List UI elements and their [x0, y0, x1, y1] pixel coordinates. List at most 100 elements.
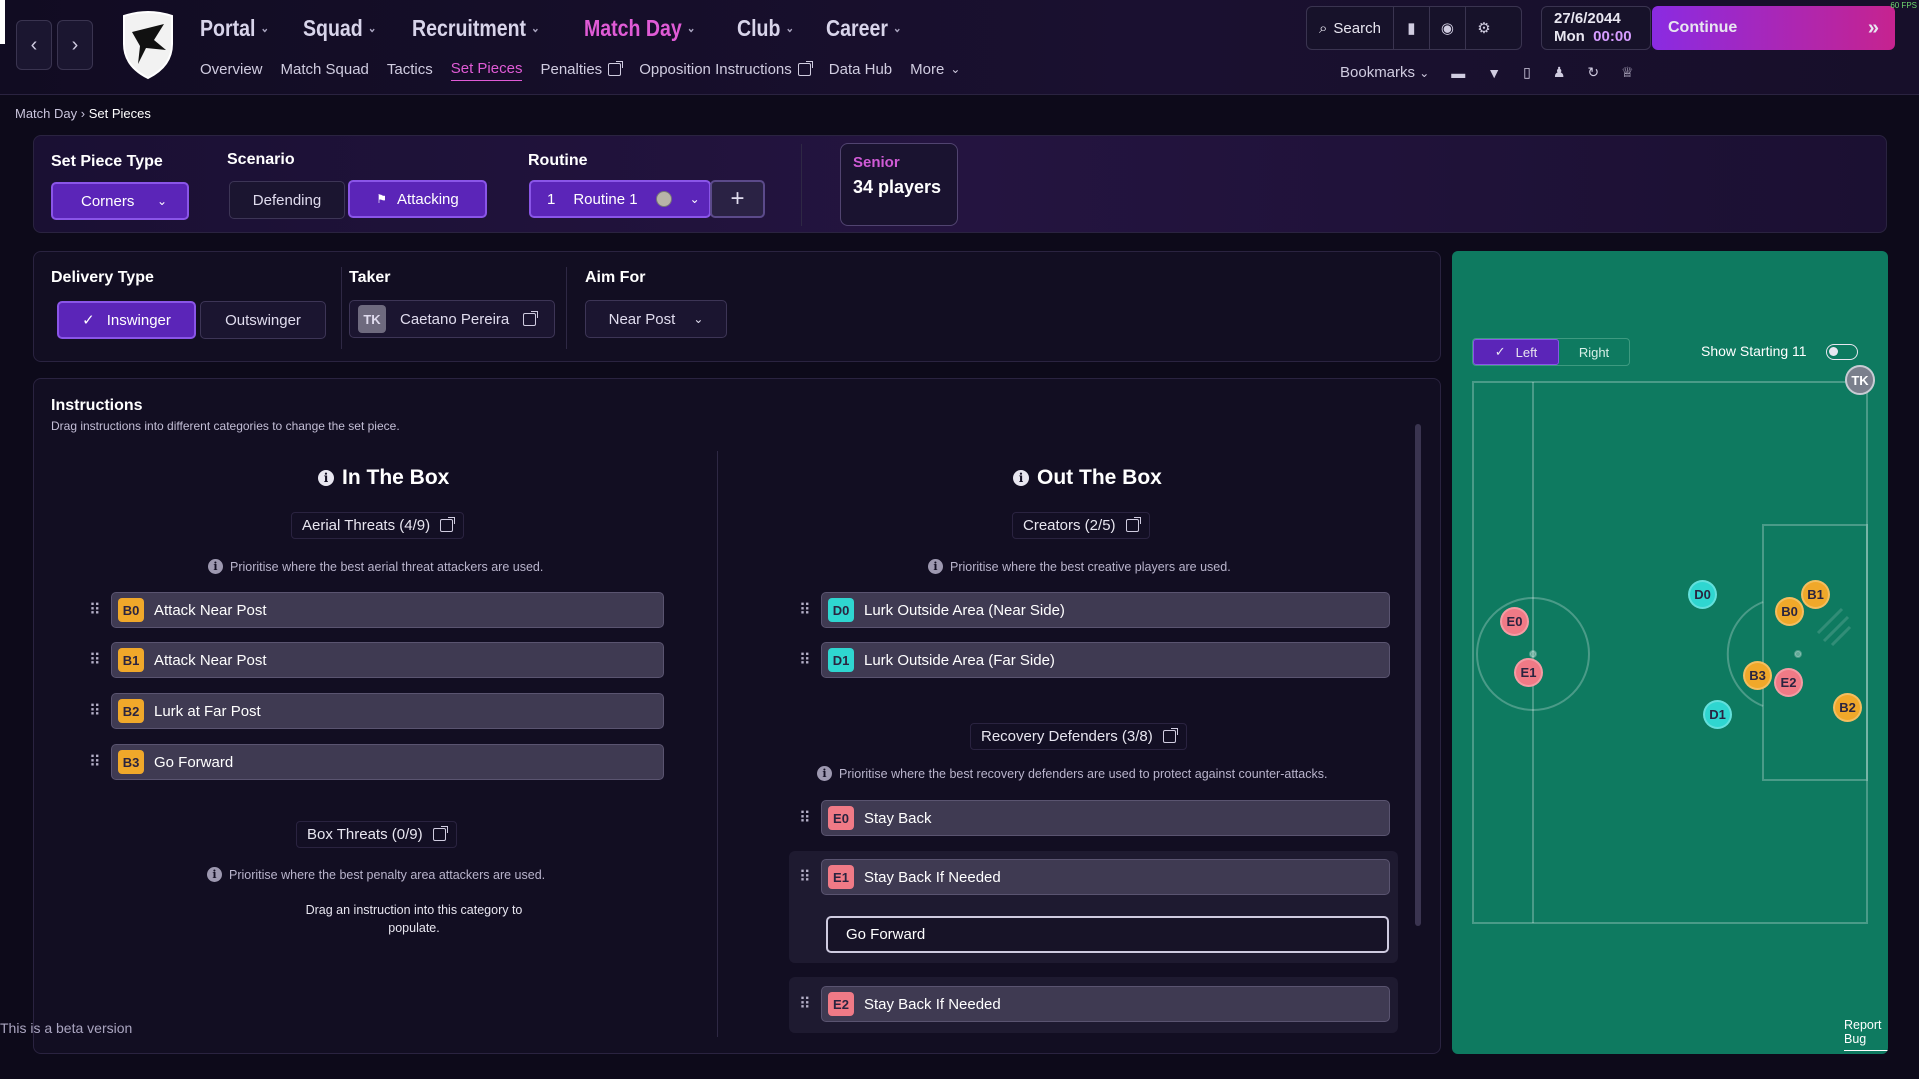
day-text: Mon	[1554, 28, 1585, 45]
chevron-down-icon: ⌄	[530, 21, 540, 35]
top-bar: ‹ › Portal ⌄ Squad ⌄ Recruitment ⌄ Match Da…	[0, 0, 1919, 95]
drag-handle-icon[interactable]: ⠿	[799, 600, 811, 620]
player-marker[interactable]: D1	[1703, 700, 1732, 729]
back-button[interactable]: ‹	[16, 20, 52, 70]
refresh-icon[interactable]: ↻	[1587, 64, 1599, 81]
scenario-defending[interactable]: Defending	[229, 181, 345, 219]
player-marker[interactable]: B3	[1743, 661, 1772, 690]
player-tag: D1	[828, 648, 854, 672]
player-marker[interactable]: B1	[1801, 580, 1830, 609]
settings-button[interactable]: ⚙	[1466, 7, 1502, 49]
nav-squad[interactable]: Squad ⌄	[303, 15, 376, 42]
player-marker[interactable]: D0	[1688, 580, 1717, 609]
drag-handle-icon[interactable]: ⠿	[799, 808, 811, 828]
in-the-box-heading: i In The Box	[318, 466, 449, 490]
instruction-row[interactable]: B3 Go Forward	[111, 744, 664, 780]
info-icon: i	[928, 559, 943, 574]
instruction-row[interactable]: E0 Stay Back	[821, 800, 1390, 836]
instruction-row[interactable]: E2 Stay Back If Needed	[821, 986, 1390, 1022]
nav-match-day[interactable]: Match Day ⌄	[584, 15, 695, 42]
nav-recruitment[interactable]: Recruitment ⌄	[412, 15, 540, 42]
set-piece-panel: Set Piece Type Corners ⌄ Scenario Defendi…	[33, 135, 1887, 233]
date-display[interactable]: 27/6/2044 Mon 00:00	[1541, 6, 1651, 50]
instruction-row[interactable]: D0 Lurk Outside Area (Near Side)	[821, 592, 1390, 628]
delivery-outswinger[interactable]: Outswinger	[200, 301, 326, 339]
people-icon[interactable]: ♟	[1553, 64, 1566, 81]
drag-handle-icon[interactable]: ⠿	[89, 650, 101, 670]
aim-for-dropdown[interactable]: Near Post ⌄	[585, 300, 727, 338]
player-marker[interactable]: B0	[1775, 597, 1804, 626]
tab-match-squad[interactable]: Match Squad	[281, 61, 369, 81]
tab-overview[interactable]: Overview	[200, 61, 263, 81]
set-piece-type-dropdown[interactable]: Corners ⌄	[51, 182, 189, 220]
breadcrumb-match-day[interactable]: Match Day	[15, 106, 77, 121]
add-routine-button[interactable]: +	[710, 180, 765, 218]
external-link-icon	[523, 310, 539, 326]
squad-summary[interactable]: Senior 34 players	[840, 143, 958, 226]
creators-heading[interactable]: Creators (2/5)	[1012, 512, 1150, 539]
tab-more[interactable]: More ⌄	[910, 61, 960, 81]
club-crest-logo[interactable]	[118, 10, 178, 80]
flag-icon: ⚑	[376, 192, 388, 206]
bookmark-button[interactable]: ▮	[1394, 7, 1430, 49]
tab-opposition-instructions[interactable]: Opposition Instructions	[639, 60, 813, 81]
forward-button[interactable]: ›	[57, 20, 93, 70]
continue-button[interactable]: Continue »	[1652, 6, 1895, 50]
world-button[interactable]: ◉	[1430, 7, 1466, 49]
instruction-row[interactable]: D1 Lurk Outside Area (Far Side)	[821, 642, 1390, 678]
shirt-icon[interactable]: ▼	[1487, 65, 1501, 81]
clipboard-icon[interactable]: ▯	[1523, 64, 1531, 81]
instruction-row[interactable]: B1 Attack Near Post	[111, 642, 664, 678]
taker-marker[interactable]: TK	[1845, 365, 1875, 395]
drag-handle-icon[interactable]: ⠿	[89, 701, 101, 721]
tab-data-hub[interactable]: Data Hub	[829, 61, 892, 81]
tab-tactics[interactable]: Tactics	[387, 61, 433, 81]
scrollbar[interactable]	[1415, 424, 1421, 926]
box-threats-heading[interactable]: Box Threats (0/9)	[296, 821, 457, 848]
instruction-option-go-forward[interactable]: Go Forward	[826, 916, 1389, 953]
drag-handle-icon[interactable]: ⠿	[799, 867, 811, 887]
bookmarks-dropdown[interactable]: Bookmarks ⌄	[1340, 64, 1429, 81]
delivery-inswinger[interactable]: ✓ Inswinger	[57, 301, 196, 339]
player-tag: E2	[828, 992, 854, 1016]
chat-icon[interactable]: ▬	[1451, 65, 1465, 81]
external-link-icon	[608, 60, 624, 76]
report-bug-link[interactable]: Report Bug	[1844, 1018, 1888, 1051]
instruction-row[interactable]: E1 Stay Back If Needed	[821, 859, 1390, 895]
aerial-threats-heading[interactable]: Aerial Threats (4/9)	[291, 512, 465, 539]
info-icon[interactable]: i	[318, 470, 334, 486]
tab-set-pieces[interactable]: Set Pieces	[450, 60, 523, 81]
player-marker[interactable]: B2	[1833, 693, 1862, 722]
drag-handle-icon[interactable]: ⠿	[89, 600, 101, 620]
routine-label: Routine	[528, 152, 588, 169]
routine-dropdown[interactable]: 1 Routine 1 ⌄	[529, 180, 711, 218]
player-marker[interactable]: E2	[1774, 668, 1803, 697]
chevron-down-icon: ⌄	[689, 192, 700, 206]
scenario-attacking[interactable]: ⚑ Attacking	[348, 180, 487, 218]
drag-handle-icon[interactable]: ⠿	[89, 752, 101, 772]
instruction-row[interactable]: B0 Attack Near Post	[111, 592, 664, 628]
instructions-title: Instructions	[51, 397, 143, 414]
nav-career[interactable]: Career ⌄	[826, 15, 902, 42]
routine-name: Routine 1	[573, 190, 638, 208]
info-icon: i	[207, 867, 222, 882]
bookmarks-bar: Bookmarks ⌄ ▬ ▼ ▯ ♟ ↻ ♕	[1340, 64, 1634, 81]
chevron-left-icon: ‹	[30, 33, 38, 56]
info-icon[interactable]: i	[1013, 470, 1029, 486]
instruction-label: Lurk Outside Area (Near Side)	[864, 601, 1065, 619]
drag-handle-icon[interactable]: ⠿	[799, 650, 811, 670]
chevron-down-icon: ⌄	[686, 21, 696, 35]
nav-club[interactable]: Club ⌄	[737, 15, 794, 42]
player-marker[interactable]: E0	[1500, 607, 1529, 636]
recovery-defenders-heading[interactable]: Recovery Defenders (3/8)	[970, 723, 1187, 750]
player-marker[interactable]: E1	[1514, 658, 1543, 687]
trophy-icon[interactable]: ♕	[1621, 64, 1634, 81]
search-button[interactable]: ⌕ Search	[1307, 7, 1394, 49]
player-tag: B0	[118, 598, 144, 622]
instruction-row[interactable]: B2 Lurk at Far Post	[111, 693, 664, 729]
drag-handle-icon[interactable]: ⠿	[799, 994, 811, 1014]
beta-notice: This is a beta version	[0, 1020, 133, 1036]
nav-portal[interactable]: Portal ⌄	[200, 15, 269, 42]
taker-selector[interactable]: TK Caetano Pereira	[349, 300, 555, 338]
tab-penalties[interactable]: Penalties	[540, 60, 624, 81]
